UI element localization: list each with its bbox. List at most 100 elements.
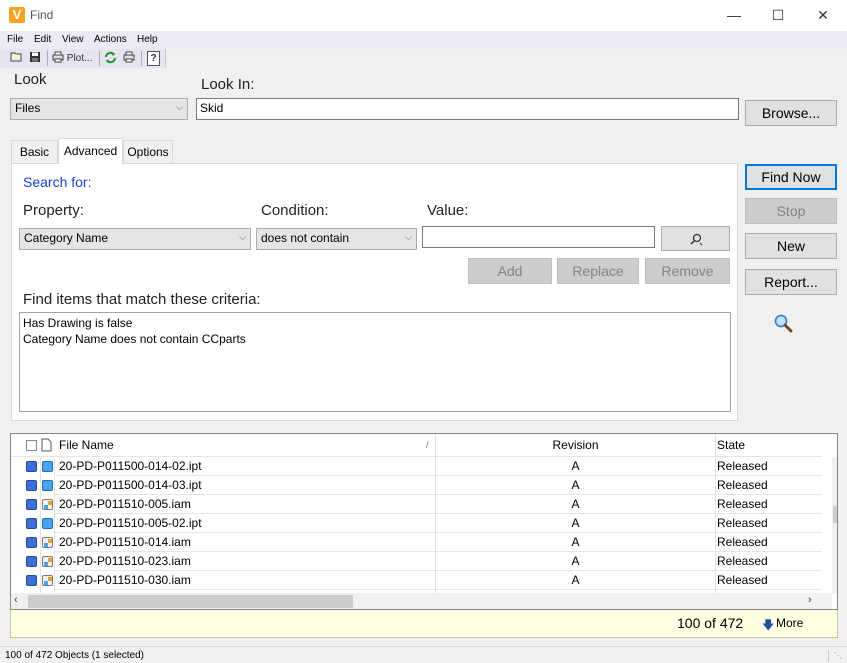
row-separator — [54, 589, 822, 590]
file-name-cell: 20-PD-P011500-014-02.ipt — [59, 459, 202, 473]
file-name-cell: 20-PD-P011510-014.iam — [59, 535, 191, 549]
scroll-left-icon[interactable]: ‹ — [14, 594, 18, 606]
criteria-list[interactable]: Has Drawing is false Category Name does … — [19, 312, 731, 412]
add-button[interactable]: Add — [468, 258, 552, 284]
part-file-icon — [42, 461, 53, 472]
horizontal-scrollbar[interactable]: ‹ › — [11, 593, 832, 609]
plot-button[interactable]: Plot... — [52, 51, 96, 66]
chevron-down-icon: ⌵ — [405, 232, 412, 242]
value-label: Value: — [427, 202, 469, 219]
table-row[interactable]: 20-PD-P011510-030.iam A Released — [11, 571, 822, 590]
more-link[interactable]: More — [776, 616, 803, 630]
save-icon[interactable] — [28, 51, 42, 66]
tab-advanced[interactable]: Advanced — [58, 138, 123, 164]
assembly-file-icon — [42, 575, 53, 586]
criteria-label: Find items that match these criteria: — [23, 291, 261, 308]
criteria-item[interactable]: Category Name does not contain CCparts — [23, 331, 727, 347]
scroll-down-icon[interactable]: ⌄ — [836, 575, 837, 586]
state-cell: Released — [717, 459, 768, 473]
scroll-right-icon[interactable]: › — [808, 594, 812, 606]
file-header-icon — [41, 438, 52, 455]
revision-cell: A — [571, 573, 580, 587]
search-for-label: Search for: — [23, 174, 92, 190]
refresh-icon[interactable] — [103, 51, 117, 66]
close-button[interactable]: ✕ — [800, 0, 846, 31]
toolbar-separator — [141, 51, 142, 66]
replace-button[interactable]: Replace — [557, 258, 639, 284]
report-button[interactable]: Report... — [745, 269, 837, 295]
window-title: Find — [30, 8, 54, 22]
revision-cell: A — [571, 535, 580, 549]
results-count: 100 of 472 — [677, 615, 744, 631]
status-icon — [26, 537, 37, 548]
revision-cell: A — [571, 516, 580, 530]
status-icon — [26, 518, 37, 529]
look-dropdown-value: Files — [15, 101, 41, 115]
remove-button[interactable]: Remove — [645, 258, 730, 284]
results-bar: 100 of 472 🡇 More — [10, 610, 838, 638]
look-in-field[interactable]: Skid — [196, 98, 739, 120]
column-header-state[interactable]: State — [717, 434, 822, 457]
table-row[interactable]: 20-PD-P011500-014-03.ipt A Released — [11, 476, 822, 495]
assembly-file-icon — [42, 556, 53, 567]
status-icon — [26, 556, 37, 567]
property-label: Property: — [23, 202, 84, 219]
print-icon[interactable] — [122, 51, 136, 66]
vertical-scrollbar[interactable]: ⌃ ⌄ — [832, 457, 837, 594]
help-icon[interactable]: ? — [147, 51, 160, 66]
chevron-down-icon: ⌵ — [239, 232, 246, 242]
tab-options[interactable]: Options — [123, 140, 173, 163]
table-row[interactable]: 20-PD-P011510-014.iam A Released — [11, 533, 822, 552]
status-icon — [26, 461, 37, 472]
scroll-up-icon[interactable]: ⌃ — [836, 461, 837, 472]
table-row[interactable]: 20-PD-P011510-005.iam A Released — [11, 495, 822, 514]
magnifier-icon — [773, 313, 793, 333]
menu-bar — [0, 31, 847, 49]
menu-actions[interactable]: Actions — [94, 34, 127, 45]
column-divider — [715, 434, 716, 457]
horizontal-scroll-thumb[interactable] — [28, 595, 353, 608]
down-arrow-icon[interactable]: 🡇 — [762, 616, 774, 637]
menu-view[interactable]: View — [62, 34, 84, 45]
condition-dropdown-value: does not contain — [261, 231, 350, 245]
property-dropdown-value: Category Name — [24, 231, 109, 245]
maximize-button[interactable]: ☐ — [755, 0, 801, 31]
look-label: Look — [14, 71, 47, 88]
minimize-button[interactable]: — — [711, 0, 757, 31]
vertical-scroll-thumb[interactable] — [833, 506, 837, 523]
resize-grip-icon[interactable]: ⋱ — [834, 651, 842, 660]
revision-cell: A — [571, 497, 580, 511]
value-input[interactable] — [422, 226, 655, 248]
menu-help[interactable]: Help — [137, 34, 158, 45]
property-dropdown[interactable]: Category Name ⌵ — [19, 228, 251, 250]
results-grid: File Name / Revision State 20-PD-P011500… — [10, 433, 838, 610]
select-all-checkbox[interactable] — [26, 440, 37, 451]
open-folder-icon[interactable] — [9, 51, 23, 66]
browse-button[interactable]: Browse... — [745, 100, 837, 126]
stop-button[interactable]: Stop — [745, 198, 837, 224]
assembly-file-icon — [42, 537, 53, 548]
revision-cell: A — [571, 459, 580, 473]
look-dropdown[interactable]: Files ⌵ — [10, 98, 188, 120]
status-icon — [26, 480, 37, 491]
search-icon — [689, 233, 702, 246]
tab-basic[interactable]: Basic — [11, 140, 58, 163]
status-icon — [26, 499, 37, 510]
menu-file[interactable]: File — [7, 34, 23, 45]
find-now-button[interactable]: Find Now — [745, 164, 837, 190]
table-row[interactable]: 20-PD-P011510-005-02.ipt A Released — [11, 514, 822, 533]
column-header-revision[interactable]: Revision — [436, 434, 715, 457]
criteria-item[interactable]: Has Drawing is false — [23, 315, 727, 331]
status-bar: 100 of 472 Objects (1 selected) ⋱ — [0, 646, 847, 663]
condition-dropdown[interactable]: does not contain ⌵ — [256, 228, 417, 250]
value-picker-button[interactable] — [661, 226, 730, 251]
table-row[interactable]: 20-PD-P011510-023.iam A Released — [11, 552, 822, 571]
app-logo-icon: V — [9, 7, 25, 23]
menu-edit[interactable]: Edit — [34, 34, 51, 45]
state-cell: Released — [717, 554, 768, 568]
part-file-icon — [42, 518, 53, 529]
table-row[interactable]: 20-PD-P011500-014-02.ipt A Released — [11, 457, 822, 476]
state-cell: Released — [717, 573, 768, 587]
column-header-file-name[interactable]: File Name — [59, 434, 435, 457]
new-button[interactable]: New — [745, 233, 837, 259]
